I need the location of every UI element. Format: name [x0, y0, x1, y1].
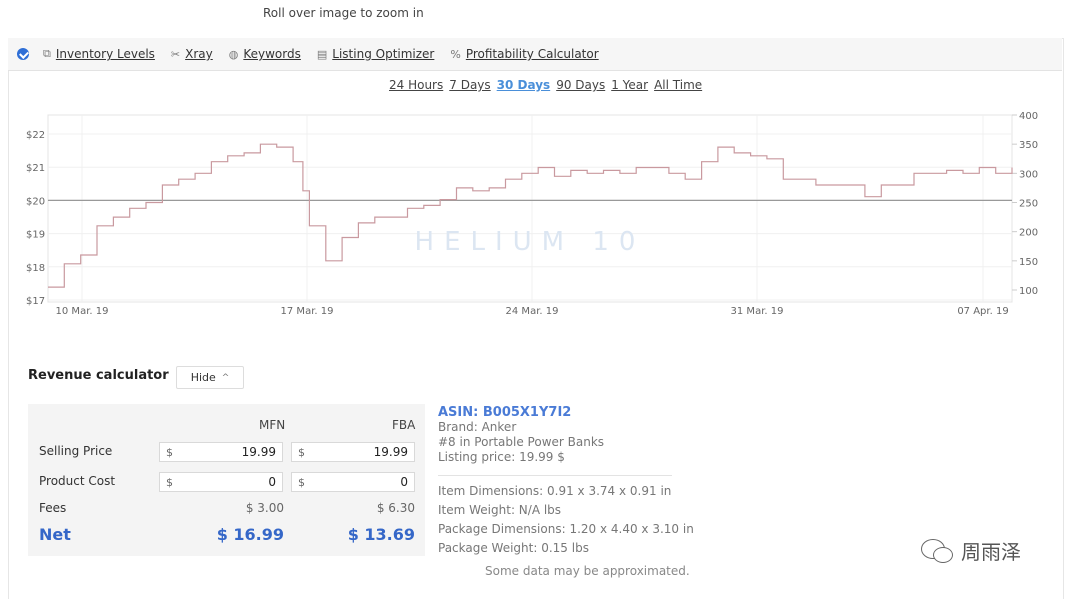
currency-symbol: $ [166, 445, 173, 459]
dimensions-list: Item Dimensions: 0.91 x 3.74 x 0.91 in I… [438, 482, 694, 558]
series [48, 143, 1013, 288]
y-right-tick: 150 [1019, 257, 1038, 268]
listing-price-text: Listing price: 19.99 $ [438, 450, 565, 464]
price-rank-chart[interactable]: HELIUM 10 $22 $21 $20 $19 $18 $17 400 350 300 25… [0, 0, 1080, 330]
y-right-tick: 200 [1019, 228, 1038, 239]
y-left-tick: $21 [26, 163, 45, 174]
selling-price-label: Selling Price [39, 444, 113, 458]
item-dimensions-text: Item Dimensions: 0.91 x 3.74 x 0.91 in [438, 484, 672, 498]
mfn-net-value: $ 16.99 [216, 525, 284, 544]
fba-selling-price-value: 19.99 [373, 445, 408, 459]
rank-series-line [48, 143, 1013, 288]
y-right-tick: 300 [1019, 169, 1038, 180]
y-right-tick: 350 [1019, 140, 1038, 151]
y-left-tick: $18 [26, 263, 45, 274]
x-tick-label: 17 Mar. 19 [281, 306, 334, 317]
brand-text: Brand: Anker [438, 420, 517, 434]
y-right-tick: 100 [1019, 286, 1038, 297]
chart-watermark: HELIUM 10 [415, 227, 646, 257]
chart-grid [47, 114, 1013, 303]
approx-note: Some data may be approximated. [485, 564, 690, 578]
fees-label: Fees [39, 501, 67, 515]
wechat-icon [921, 538, 953, 563]
rank-text: #8 in Portable Power Banks [438, 435, 605, 449]
y-left-tick: $17 [26, 296, 45, 307]
x-tick-label: 24 Mar. 19 [506, 306, 559, 317]
mfn-selling-price-input[interactable]: $ 19.99 [159, 442, 283, 462]
info-divider [438, 475, 672, 476]
asin-link[interactable]: ASIN: B005X1Y7I2 [438, 405, 694, 420]
fba-net-value: $ 13.69 [347, 525, 415, 544]
y-axis-right: 400 350 300 250 200 150 100 [1012, 111, 1038, 297]
currency-symbol: $ [166, 475, 173, 489]
hide-button[interactable]: Hide ^ [176, 366, 244, 389]
mfn-product-cost-value: 0 [268, 475, 276, 489]
fba-product-cost-value: 0 [400, 475, 408, 489]
currency-symbol: $ [298, 475, 305, 489]
x-tick-label: 10 Mar. 19 [56, 306, 109, 317]
x-axis: 10 Mar. 19 17 Mar. 19 24 Mar. 19 31 Mar. 19… [56, 306, 1009, 317]
y-right-tick: 400 [1019, 111, 1038, 122]
hide-label: Hide [190, 371, 216, 384]
mfn-fees-value: $ 3.00 [245, 501, 284, 515]
col-header-fba: FBA [392, 418, 416, 432]
chevron-up-icon: ^ [221, 372, 230, 383]
y-left-tick: $20 [26, 196, 45, 207]
fba-fees-value: $ 6.30 [376, 501, 415, 515]
mfn-selling-price-value: 19.99 [241, 445, 276, 459]
wechat-watermark: 周雨泽 [921, 536, 1021, 565]
plot-frame [47, 114, 1013, 303]
x-tick-label: 07 Apr. 19 [957, 306, 1008, 317]
x-tick-label: 31 Mar. 19 [731, 306, 784, 317]
net-label: Net [39, 525, 71, 544]
revenue-calculator-table: MFN FBA Selling Price $ 19.99 $ 19.99 Pr… [28, 404, 425, 556]
product-cost-label: Product Cost [39, 474, 116, 488]
col-header-mfn: MFN [259, 418, 286, 432]
product-info: ASIN: B005X1Y7I2 Brand: Anker #8 in Port… [438, 405, 694, 558]
currency-symbol: $ [298, 445, 305, 459]
item-weight-text: Item Weight: N/A lbs [438, 503, 562, 517]
mfn-product-cost-input[interactable]: $ 0 [159, 472, 283, 492]
package-dimensions-text: Package Dimensions: 1.20 x 4.40 x 3.10 i… [438, 522, 694, 536]
fba-product-cost-input[interactable]: $ 0 [291, 472, 415, 492]
watermark-text: 周雨泽 [961, 540, 1021, 564]
y-right-tick: 250 [1019, 199, 1038, 210]
y-axis-left: $22 $21 $20 $19 $18 $17 [26, 130, 45, 307]
package-weight-text: Package Weight: 0.15 lbs [438, 541, 589, 555]
revenue-calculator-title: Revenue calculator [28, 368, 169, 383]
y-left-tick: $22 [26, 130, 45, 141]
y-left-tick: $19 [26, 230, 45, 241]
fba-selling-price-input[interactable]: $ 19.99 [291, 442, 415, 462]
